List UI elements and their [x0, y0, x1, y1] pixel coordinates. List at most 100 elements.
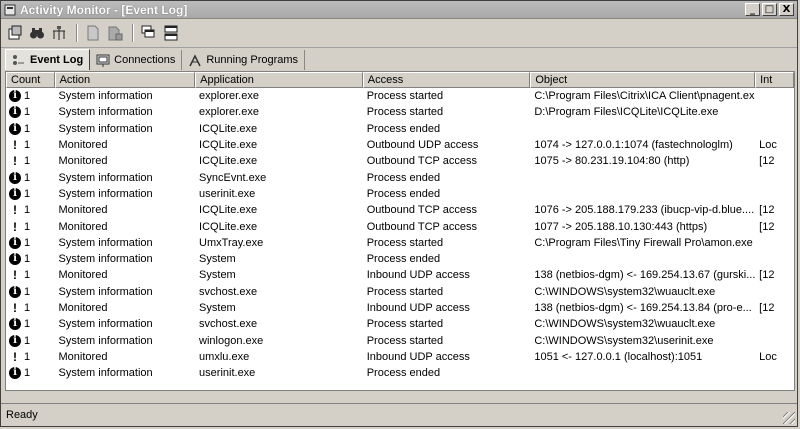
table-row[interactable]: ! 1 Monitored ICQLite.exe Outbound TCP acces…	[6, 153, 794, 169]
cell-application: explorer.exe	[199, 90, 259, 103]
tab-label: Event Log	[30, 54, 84, 66]
count-value: 1	[24, 367, 31, 380]
cell-access: Outbound TCP access	[366, 155, 477, 168]
window-cascade-icon[interactable]	[139, 23, 159, 43]
count-value: 1	[24, 269, 31, 282]
column-header-count[interactable]: Count	[6, 72, 55, 88]
cell-application: UmxTray.exe	[199, 236, 264, 249]
cell-object: 1051 <- 127.0.0.1 (localhost):1051	[534, 350, 703, 363]
column-header-int[interactable]: Int	[755, 72, 794, 88]
running-programs-icon	[188, 53, 202, 67]
table-row[interactable]: i 1 System information UmxTray.exe Process s…	[6, 235, 794, 251]
cell-access: Process started	[366, 334, 444, 347]
table-row[interactable]: i 1 System information SyncEvnt.exe Process …	[6, 169, 794, 185]
table-row[interactable]: i 1 System information explorer.exe Process …	[6, 88, 794, 104]
cell-count: i1	[6, 235, 55, 251]
find-icon[interactable]	[27, 23, 47, 43]
table-header: Count Action Application Access Object I…	[6, 72, 794, 88]
cell-object: 1077 -> 205.188.10.130:443 (https)	[534, 220, 708, 233]
cell-count: ! 1	[6, 153, 55, 169]
cell-application: ICQLite.exe	[199, 220, 258, 233]
cell-application: svchost.exe	[199, 318, 258, 331]
cell-count: ! 1	[6, 137, 55, 153]
cell-action: Monitored	[58, 155, 108, 168]
count-value: 1	[24, 122, 31, 135]
table-row[interactable]: i 1 System information userinit.exe Process …	[6, 365, 794, 381]
table-row[interactable]: i 1 System information explorer.exe Process …	[6, 104, 794, 120]
document-stack-icon[interactable]	[105, 23, 125, 43]
table-row[interactable]: i 1 System information System Process ended	[6, 251, 794, 267]
close-button[interactable]: X	[779, 3, 794, 16]
cell-action: System information	[58, 236, 153, 249]
column-header-action[interactable]: Action	[54, 72, 196, 88]
maximize-button[interactable]: □	[762, 3, 777, 16]
window-tile-icon[interactable]	[161, 23, 181, 43]
table-row[interactable]: ! 1 Monitored umxlu.exe Inbound UDP access 10…	[6, 349, 794, 365]
table-row[interactable]: i 1 System information svchost.exe Process s…	[6, 316, 794, 332]
info-icon: i	[9, 253, 21, 266]
cell-action: System information	[58, 334, 153, 347]
properties-icon[interactable]	[5, 23, 25, 43]
cell-access: Outbound TCP access	[366, 204, 477, 217]
table-row[interactable]: i 1 System information userinit.exe Process …	[6, 186, 794, 202]
network-icon[interactable]	[49, 23, 69, 43]
table-row[interactable]: ! 1 Monitored ICQLite.exe Outbound TCP acces…	[6, 202, 794, 218]
cell-object: D:\Program Files\ICQLite\ICQLite.exe	[534, 106, 719, 119]
cell-application: winlogon.exe	[199, 334, 264, 347]
count-value: 1	[24, 155, 31, 168]
title-bar[interactable]: Activity Monitor - [Event Log] _ □ X	[1, 1, 797, 19]
cell-action: Monitored	[58, 269, 108, 282]
column-header-access[interactable]: Access	[362, 72, 531, 88]
cell-int: [12	[759, 220, 775, 233]
cell-access: Process started	[366, 90, 444, 103]
count-value: 1	[24, 285, 31, 298]
table-row[interactable]: ! 1 Monitored ICQLite.exe Outbound TCP acces…	[6, 218, 794, 234]
tab-running-programs[interactable]: Running Programs	[182, 50, 306, 70]
window-title: Activity Monitor - [Event Log]	[20, 2, 188, 17]
count-value: 1	[24, 90, 31, 103]
cell-object: 138 (netbios-dgm) <- 169.254.13.84 (pro-…	[534, 302, 752, 314]
cell-application: SyncEvnt.exe	[199, 171, 267, 184]
cell-count: ! 1	[6, 300, 55, 316]
cell-access: Process started	[366, 285, 444, 298]
table-row[interactable]: i 1 System information ICQLite.exe Process e…	[6, 121, 794, 137]
warning-icon: !	[13, 301, 17, 315]
resize-grip[interactable]	[783, 412, 795, 424]
cell-action: System information	[58, 90, 153, 103]
cell-count: i1	[6, 121, 55, 137]
cell-action: System information	[58, 187, 153, 200]
info-icon: i	[9, 122, 21, 135]
count-value: 1	[24, 220, 31, 233]
cell-access: Inbound UDP access	[366, 302, 470, 314]
count-value: 1	[24, 187, 31, 200]
table-row[interactable]: ! 1 Monitored System Inbound UDP access 138 (…	[6, 267, 794, 283]
table-row[interactable]: ! 1 Monitored ICQLite.exe Outbound UDP acces…	[6, 137, 794, 153]
table-row[interactable]: i 1 System information winlogon.exe Process …	[6, 332, 794, 348]
warning-icon: !	[13, 219, 17, 234]
cell-access: Inbound UDP access	[366, 350, 470, 363]
tab-connections[interactable]: Connections	[90, 50, 183, 70]
cell-action: System information	[58, 253, 153, 266]
count-value: 1	[24, 204, 31, 217]
cell-application: umxlu.exe	[199, 350, 250, 363]
status-text: Ready	[6, 409, 38, 421]
event-log-table[interactable]: Count Action Application Access Object I…	[5, 71, 795, 391]
cell-int: [12	[759, 269, 775, 282]
connections-icon	[96, 54, 110, 67]
document-icon[interactable]	[83, 23, 103, 43]
minimize-button[interactable]: _	[745, 3, 760, 16]
cell-action: System information	[58, 106, 153, 119]
cell-int: Loc	[759, 350, 777, 363]
cell-action: System information	[58, 171, 153, 184]
column-header-application[interactable]: Application	[195, 72, 363, 88]
tab-event-log[interactable]: Event Log	[5, 49, 91, 70]
column-header-object[interactable]: Object	[530, 72, 756, 88]
cell-access: Process started	[366, 106, 444, 119]
table-row[interactable]: ! 1 Monitored System Inbound UDP access 138 (…	[6, 300, 794, 316]
cell-access: Outbound UDP access	[366, 139, 479, 152]
table-row[interactable]: i 1 System information svchost.exe Process s…	[6, 284, 794, 300]
cell-object: C:\Program Files\Tiny Firewall Pro\amon.…	[534, 236, 753, 249]
info-icon: i	[9, 171, 21, 184]
tab-label: Connections	[114, 54, 176, 66]
cell-object: C:\Program Files\Citrix\ICA Client\pnage…	[534, 90, 756, 103]
